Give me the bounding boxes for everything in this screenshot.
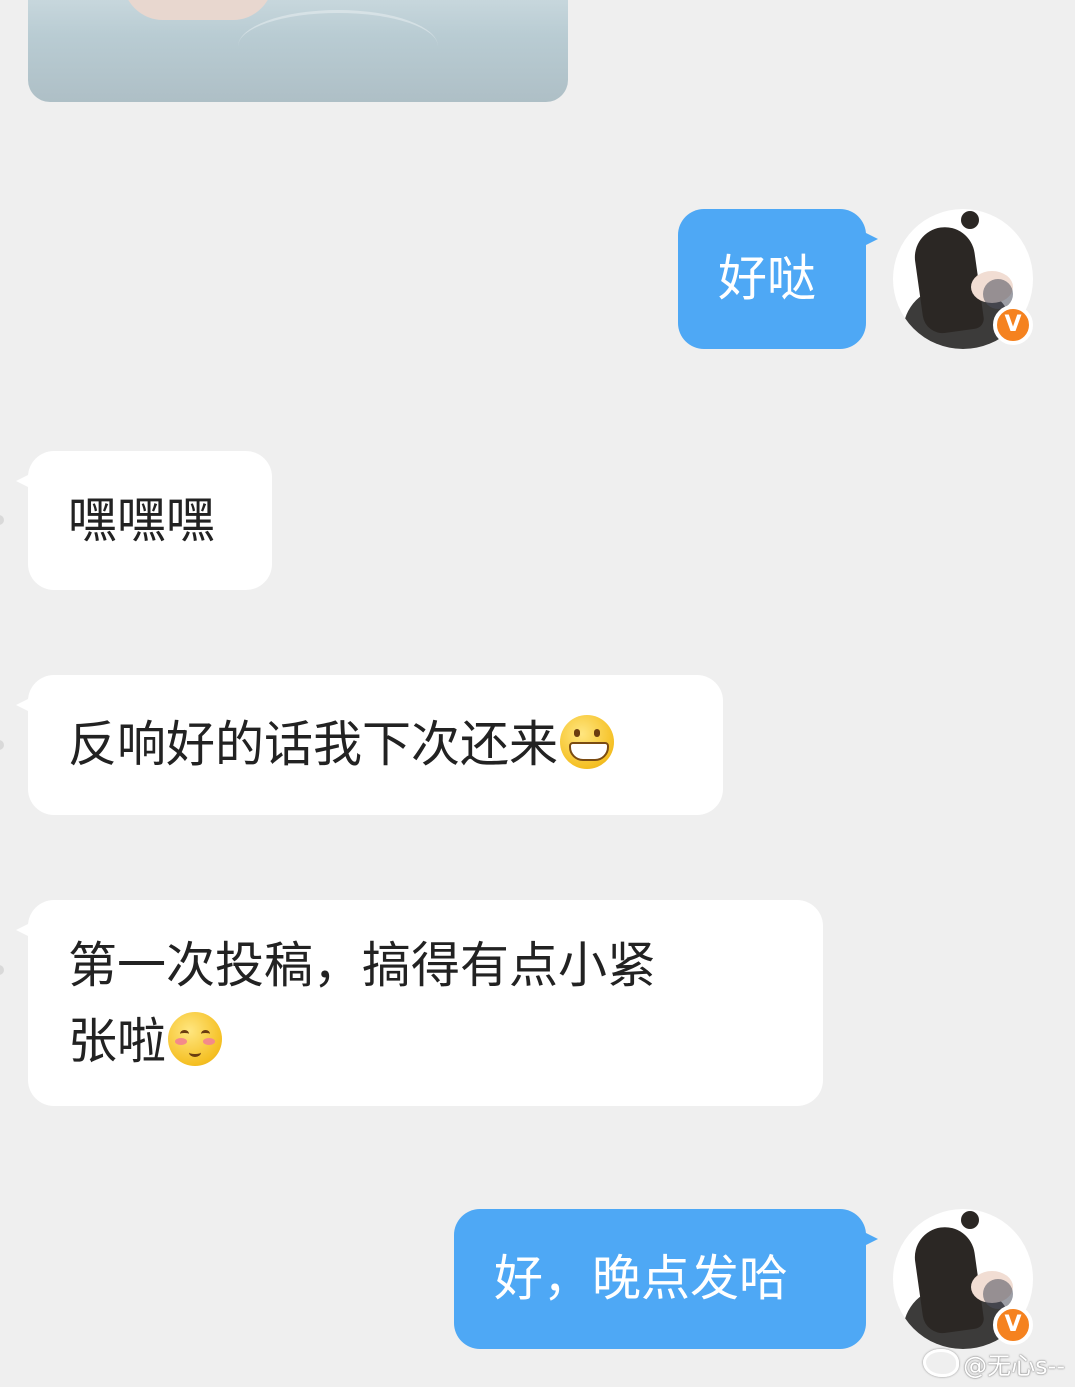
unread-dot-icon: [0, 965, 4, 975]
message-text: 反响好的话我下次还来: [68, 716, 559, 773]
message-text-line2: 张啦: [68, 1004, 783, 1080]
watermark: @无心s--: [923, 1346, 1065, 1381]
message-bubble-incoming[interactable]: 反响好的话我下次还来: [16, 675, 723, 815]
message-text: 第一次投稿，搞得有点小紧: [68, 937, 657, 994]
unread-dot-icon: [0, 740, 4, 750]
message-bubble-incoming[interactable]: 嘿嘿嘿: [16, 451, 272, 590]
shared-photo[interactable]: [28, 0, 568, 102]
verified-badge-icon: V: [993, 305, 1033, 345]
message-text: 好，晚点发哈: [494, 1250, 789, 1307]
photo-detail: [123, 0, 273, 20]
message-text: 嘿嘿嘿: [68, 492, 216, 549]
message-text: 好哒: [718, 250, 817, 307]
shy-emoji-icon: [168, 1012, 223, 1066]
message-bubble-outgoing[interactable]: 好哒: [678, 209, 878, 349]
verified-badge-icon: V: [993, 1305, 1033, 1345]
message-bubble-outgoing[interactable]: 好，晚点发哈: [454, 1209, 878, 1349]
weibo-logo-icon: [923, 1349, 960, 1377]
message-bubble-incoming[interactable]: 第一次投稿，搞得有点小紧 张啦: [16, 900, 823, 1106]
photo-detail: [238, 10, 438, 83]
watermark-text: @无心s--: [963, 1352, 1065, 1380]
avatar[interactable]: V: [893, 209, 1033, 349]
avatar[interactable]: V: [893, 1209, 1033, 1349]
grin-emoji-icon: [560, 715, 615, 769]
unread-dot-icon: [0, 515, 4, 525]
